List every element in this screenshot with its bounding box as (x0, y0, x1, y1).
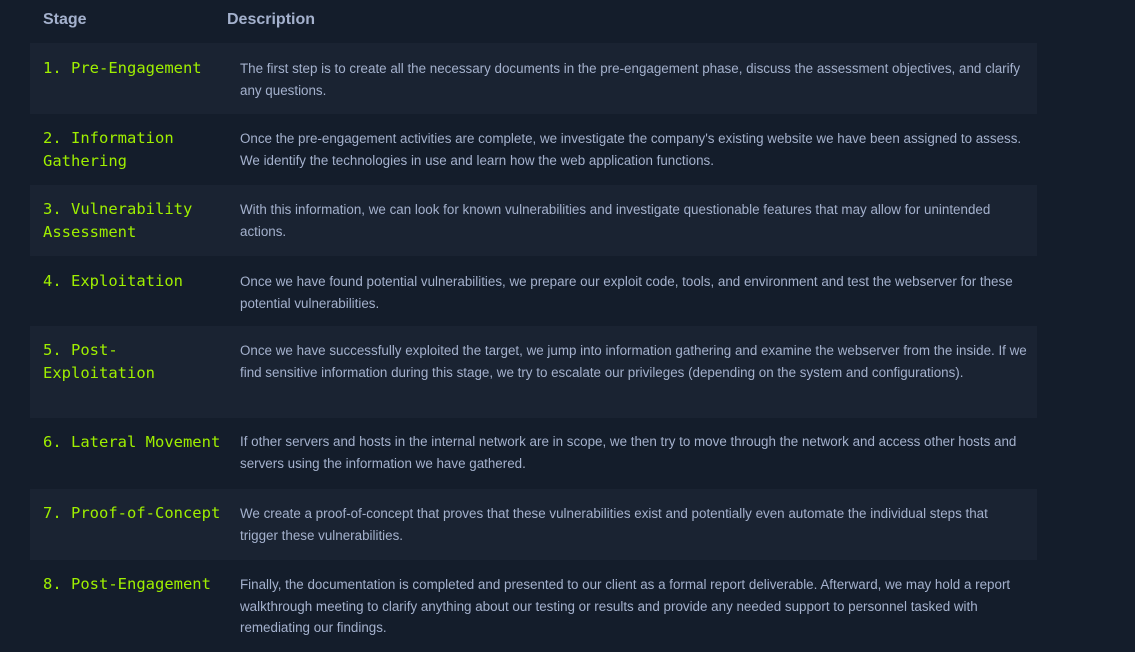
stage-cell: 1. Pre-Engagement (43, 59, 202, 77)
table-row: 6. Lateral Movement If other servers and… (30, 418, 1037, 489)
description-cell: Once we have found potential vulnerabili… (240, 274, 1013, 311)
description-cell: Finally, the documentation is completed … (240, 577, 1011, 635)
stages-table: Stage Description 1. Pre-Engagement The … (30, 0, 1037, 652)
stage-cell: 4. Exploitation (43, 272, 183, 290)
table-row: 7. Proof-of-Concept We create a proof-of… (30, 489, 1037, 560)
header-stage: Stage (43, 10, 87, 28)
stage-cell: 3. Vulnerability Assessment (43, 200, 193, 241)
table-row: 2. Information Gathering Once the pre-en… (30, 114, 1037, 185)
description-cell: Once we have successfully exploited the … (240, 343, 1027, 380)
table-row: 4. Exploitation Once we have found poten… (30, 256, 1037, 326)
table-row: 5. Post-Exploitation Once we have succes… (30, 326, 1037, 418)
table-row: 3. Vulnerability Assessment With this in… (30, 185, 1037, 256)
description-cell: The first step is to create all the nece… (240, 61, 1021, 98)
description-cell: Once the pre-engagement activities are c… (240, 131, 1022, 168)
stage-cell: 6. Lateral Movement (43, 433, 221, 451)
description-cell: If other servers and hosts in the intern… (240, 434, 1017, 471)
stage-cell: 8. Post-Engagement (43, 575, 211, 593)
description-cell: We create a proof-of-concept that proves… (240, 506, 988, 543)
table-row: 1. Pre-Engagement The first step is to c… (30, 43, 1037, 114)
table-row: 8. Post-Engagement Finally, the document… (30, 560, 1037, 652)
table-header: Stage Description (30, 0, 1037, 43)
stage-cell: 7. Proof-of-Concept (43, 504, 221, 522)
stage-cell: 5. Post-Exploitation (43, 341, 155, 382)
header-description: Description (227, 10, 316, 28)
stage-cell: 2. Information Gathering (43, 129, 174, 170)
description-cell: With this information, we can look for k… (240, 202, 991, 239)
